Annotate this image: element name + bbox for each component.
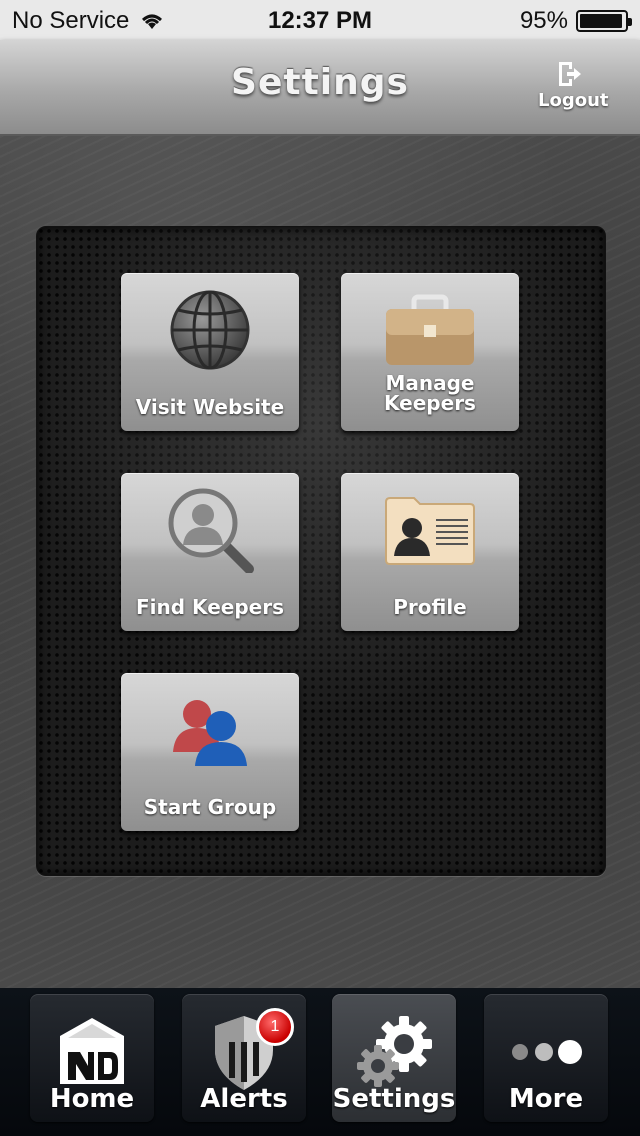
profile-folder-icon: [385, 497, 475, 565]
logout-button[interactable]: Logout: [538, 60, 609, 111]
gear-icon: [357, 1016, 432, 1087]
more-dots-icon: [512, 1040, 582, 1064]
home-icon: [60, 1018, 124, 1084]
profile-label: Profile: [393, 595, 467, 619]
group-icon: [173, 700, 247, 766]
start-group-tile[interactable]: Start Group: [121, 673, 299, 831]
status-bar: No Service 12:37 PM 95%: [0, 0, 640, 40]
manage-keepers-tile[interactable]: Manage Keepers: [341, 273, 519, 431]
battery-percent: 95%: [519, 7, 568, 34]
tab-alerts[interactable]: 1 Alerts: [182, 994, 306, 1122]
briefcase-icon: [386, 294, 474, 365]
tab-settings-label: Settings: [332, 1084, 456, 1114]
magnifier-person-icon: [168, 488, 254, 573]
find-keepers-tile[interactable]: Find Keepers: [121, 473, 299, 631]
status-right: 95%: [519, 7, 632, 35]
find-keepers-label: Find Keepers: [136, 595, 284, 619]
logout-icon: [559, 62, 581, 86]
tab-home-label: Home: [49, 1084, 135, 1114]
tab-alerts-label: Alerts: [200, 1084, 288, 1114]
profile-tile[interactable]: Profile: [341, 473, 519, 631]
logout-label: Logout: [538, 90, 609, 111]
alerts-badge: 1: [256, 1008, 294, 1046]
settings-panel: Visit Website Manage Keepers Find Keeper…: [36, 226, 606, 876]
tab-more-label: More: [508, 1084, 584, 1114]
tab-bar: Home 1 Alerts Settings More: [0, 988, 640, 1136]
tab-more[interactable]: More: [484, 994, 608, 1122]
globe-icon: [170, 290, 250, 370]
navigation-bar: Settings Logout: [0, 40, 640, 136]
battery-fill: [580, 14, 622, 28]
visit-website-tile[interactable]: Visit Website: [121, 273, 299, 431]
tab-home[interactable]: Home: [30, 994, 154, 1122]
start-group-label: Start Group: [143, 795, 277, 819]
tab-settings[interactable]: Settings: [332, 994, 456, 1122]
battery-icon: [576, 10, 632, 32]
manage-keepers-label: Manage Keepers: [384, 371, 476, 415]
visit-website-label: Visit Website: [135, 395, 285, 419]
